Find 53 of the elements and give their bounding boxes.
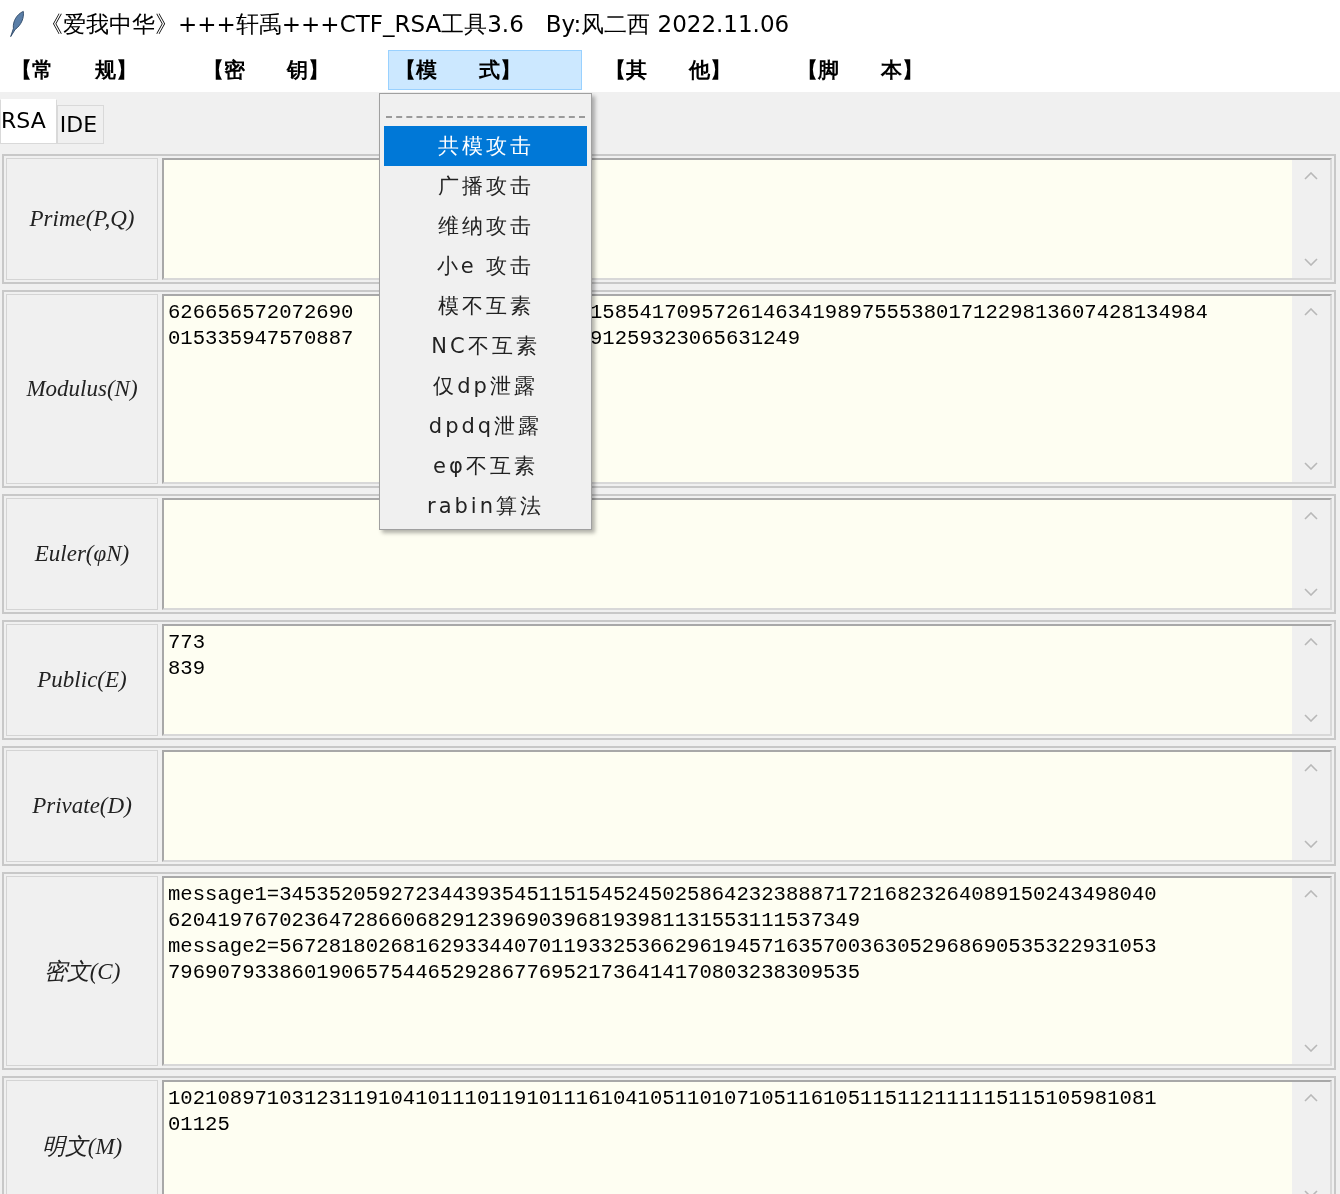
scroll-down-icon[interactable] (1304, 258, 1318, 266)
menu-option[interactable]: 仅dp泄露 (384, 366, 587, 406)
menu-item[interactable]: 【常 规】 (4, 50, 186, 90)
menu-option[interactable]: 维纳攻击 (384, 206, 587, 246)
scroll-down-icon[interactable] (1304, 714, 1318, 722)
menu-option[interactable]: eφ不互素 (384, 446, 587, 486)
text-line: 10210897103123119104101110119101116104105110107105116105115112111115115105981081 (168, 1086, 1157, 1112)
menu-item[interactable]: 【密 钥】 (196, 50, 378, 90)
text-line: 015335947570887 (168, 326, 354, 352)
feather-icon (8, 10, 26, 38)
window-title: 《爱我中华》+++轩禹+++CTF_RSA工具3.6 By:风二西 2022.11.06 (40, 9, 790, 39)
scroll-up-icon[interactable] (1304, 1094, 1318, 1102)
text-line: 839 (168, 656, 206, 682)
scroll-up-icon[interactable] (1304, 172, 1318, 180)
text-line: 773 (168, 630, 206, 656)
menu-option[interactable]: 广播攻击 (384, 166, 587, 206)
text-line: 79690793386019065754465292867769521736414170803238309535 (168, 960, 861, 986)
scroll-down-icon[interactable] (1304, 588, 1318, 596)
scroll-down-icon[interactable] (1304, 1044, 1318, 1052)
scroll-down-icon[interactable] (1304, 462, 1318, 470)
text-line: message2=56728180268162933440701193325366296194571635700363052968690535322931053 (168, 934, 1157, 960)
text-area[interactable]: 773 839 (162, 624, 1332, 736)
field-label: 密文(C) (43, 957, 121, 986)
text-line: message1=34535205927234439354511515452450258642323888717216823264089150243498040 (168, 882, 1157, 908)
scroll-up-icon[interactable] (1304, 890, 1318, 898)
text-line: 15854170957261463419897555380171229813607428134984 (590, 300, 1208, 326)
field-label: Private(D) (32, 793, 132, 819)
text-line: 91259323065631249 (590, 326, 801, 352)
scroll-up-icon[interactable] (1304, 512, 1318, 520)
text-line: 01125 (168, 1112, 230, 1138)
menu-option[interactable]: rabin算法 (384, 486, 587, 526)
menu-option[interactable]: 共模攻击 (384, 126, 587, 166)
menu-item[interactable]: 【模 式】 (388, 50, 582, 90)
tab[interactable]: IDE (56, 105, 105, 144)
scroll-down-icon[interactable] (1304, 840, 1318, 848)
scroll-up-icon[interactable] (1304, 308, 1318, 316)
text-area[interactable] (162, 876, 1332, 1066)
field-label: Euler(φN) (34, 541, 130, 567)
field-label: Prime(P,Q) (29, 206, 135, 232)
text-area[interactable]: 10210897103123119104101110119101116104105110107105116105115112111115115105981081 01125 (162, 1080, 1332, 1194)
menu-option[interactable]: NC不互素 (384, 326, 587, 366)
menu-item[interactable]: 【脚 本】 (790, 50, 972, 90)
text-line: 626656572072690 (168, 300, 354, 326)
field-label: 明文(M) (41, 1132, 123, 1161)
menu-item[interactable]: 【其 他】 (598, 50, 780, 90)
menu-option[interactable]: dpdq泄露 (384, 406, 587, 446)
menu-option[interactable]: 小e 攻击 (384, 246, 587, 286)
text-line: 62041976702364728660682912396903968193981131553111537349 (168, 908, 861, 934)
tab[interactable]: RSA (0, 99, 57, 144)
scroll-up-icon[interactable] (1304, 764, 1318, 772)
field-label: Modulus(N) (26, 376, 138, 402)
field-label: Public(E) (37, 667, 127, 693)
scroll-up-icon[interactable] (1304, 638, 1318, 646)
